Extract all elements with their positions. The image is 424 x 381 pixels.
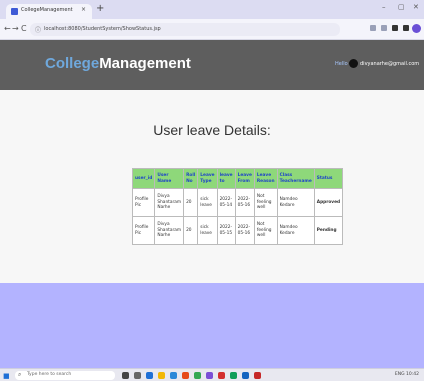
class-teacher-cell: Namdeo Kedare xyxy=(276,188,315,217)
tab-title: CollegeManagement xyxy=(21,7,73,13)
reload-button[interactable]: C xyxy=(21,24,27,33)
user-email[interactable]: divyanarhe@gmail.com xyxy=(360,61,419,67)
search-icon: ⌕ xyxy=(18,371,22,378)
profile-pic-cell: Profile Pic xyxy=(131,216,156,245)
taskbar-app-icon[interactable] xyxy=(230,372,237,379)
column-header: Status xyxy=(313,168,344,189)
taskbar-app-icon[interactable] xyxy=(254,372,261,379)
office-icon[interactable] xyxy=(182,372,189,379)
browser-tab-bar: CollegeManagement × + – ▢ ✕ xyxy=(0,0,424,19)
taskbar-app-icon[interactable] xyxy=(218,372,225,379)
brand-accent: College xyxy=(45,55,100,72)
column-header: user_id xyxy=(131,168,156,189)
forward-button[interactable]: → xyxy=(12,24,19,33)
column-header: Leave Reason xyxy=(253,168,278,189)
profile-icon[interactable] xyxy=(412,24,421,33)
page-title: User leave Details: xyxy=(153,122,271,138)
leave-table: user_id User Name Roll No Leave Type lea… xyxy=(131,168,344,245)
minimize-button[interactable]: – xyxy=(382,3,386,11)
browser-tab[interactable]: CollegeManagement × xyxy=(6,4,92,19)
leave-reason-cell: Not feeling well xyxy=(253,216,278,245)
extension-icon[interactable] xyxy=(392,25,398,31)
new-tab-button[interactable]: + xyxy=(96,3,104,15)
user-icon[interactable] xyxy=(349,59,358,68)
app-header: CollegeManagement Hello divyanarhe@gmail… xyxy=(0,40,424,90)
os-taskbar: ■ ⌕ Type here to search ENG 10:42 xyxy=(0,368,424,381)
leave-type-cell: sick leave xyxy=(197,216,218,245)
table-row: Profile Pic Divya Shantaram Narhe 20 sic… xyxy=(131,216,344,245)
column-header: Leave Type xyxy=(197,168,218,189)
column-header: User Name xyxy=(154,168,185,189)
user-name-cell: Divya Shantaram Narhe xyxy=(154,188,185,217)
file-explorer-icon[interactable] xyxy=(158,372,165,379)
leave-reason-cell: Not feeling well xyxy=(253,188,278,217)
column-header: Roll No xyxy=(183,168,199,189)
brand-rest: Management xyxy=(99,55,191,72)
page-footer xyxy=(0,283,424,368)
table-row: Profile Pic Divya Shantaram Narhe 20 sic… xyxy=(131,188,344,217)
back-button[interactable]: ← xyxy=(4,24,11,33)
leave-to-cell: 2022-05-14 xyxy=(216,188,236,217)
hello-text: Hello xyxy=(335,61,348,67)
leave-from-cell: 2022-05-16 xyxy=(234,188,255,217)
status-cell[interactable]: Pending xyxy=(313,216,344,245)
task-view-icon[interactable] xyxy=(122,372,129,379)
favorite-icon[interactable] xyxy=(381,25,387,31)
leave-to-cell: 2022-05-15 xyxy=(216,216,236,245)
user-name-cell: Divya Shantaram Narhe xyxy=(154,216,185,245)
column-header: leave to xyxy=(216,168,236,189)
favicon-icon xyxy=(11,8,18,15)
main-content: User leave Details: user_id User Name Ro… xyxy=(0,90,424,283)
taskbar-app-icon[interactable] xyxy=(242,372,249,379)
url-text: localhost:8080/StudentSystem/ShowStatus.… xyxy=(44,26,161,32)
brand-logo[interactable]: CollegeManagement xyxy=(45,55,191,72)
store-icon[interactable] xyxy=(170,372,177,379)
roll-no-cell: 20 xyxy=(183,188,199,217)
status-cell[interactable]: Approved xyxy=(313,188,344,217)
taskbar-app-icon[interactable] xyxy=(134,372,141,379)
url-input[interactable]: ⓘ localhost:8080/StudentSystem/ShowStatu… xyxy=(30,23,340,36)
sidebar-icon[interactable] xyxy=(403,25,409,31)
windows-start-icon[interactable]: ■ xyxy=(3,372,10,380)
column-header: Class Teachername xyxy=(276,168,315,189)
roll-no-cell: 20 xyxy=(183,216,199,245)
taskbar-search-input[interactable]: ⌕ Type here to search xyxy=(15,371,115,380)
info-icon: ⓘ xyxy=(35,27,42,34)
address-bar-row: ← → C ⓘ localhost:8080/StudentSystem/Sho… xyxy=(0,19,424,40)
search-placeholder: Type here to search xyxy=(27,372,72,377)
class-teacher-cell: Namdeo Kedare xyxy=(276,216,315,245)
leave-from-cell: 2022-05-16 xyxy=(234,216,255,245)
maximize-button[interactable]: ▢ xyxy=(398,3,405,11)
leave-type-cell: sick leave xyxy=(197,188,218,217)
vscode-icon[interactable] xyxy=(206,372,213,379)
share-icon[interactable] xyxy=(370,25,376,31)
system-tray[interactable]: ENG 10:42 xyxy=(395,372,419,377)
tab-close-icon[interactable]: × xyxy=(81,6,86,13)
column-header: Leave From xyxy=(234,168,255,189)
table-header-row: user_id User Name Roll No Leave Type lea… xyxy=(131,168,344,189)
close-window-button[interactable]: ✕ xyxy=(413,3,419,11)
edge-icon[interactable] xyxy=(146,372,153,379)
chrome-icon[interactable] xyxy=(194,372,201,379)
profile-pic-cell: Profile Pic xyxy=(131,188,156,217)
